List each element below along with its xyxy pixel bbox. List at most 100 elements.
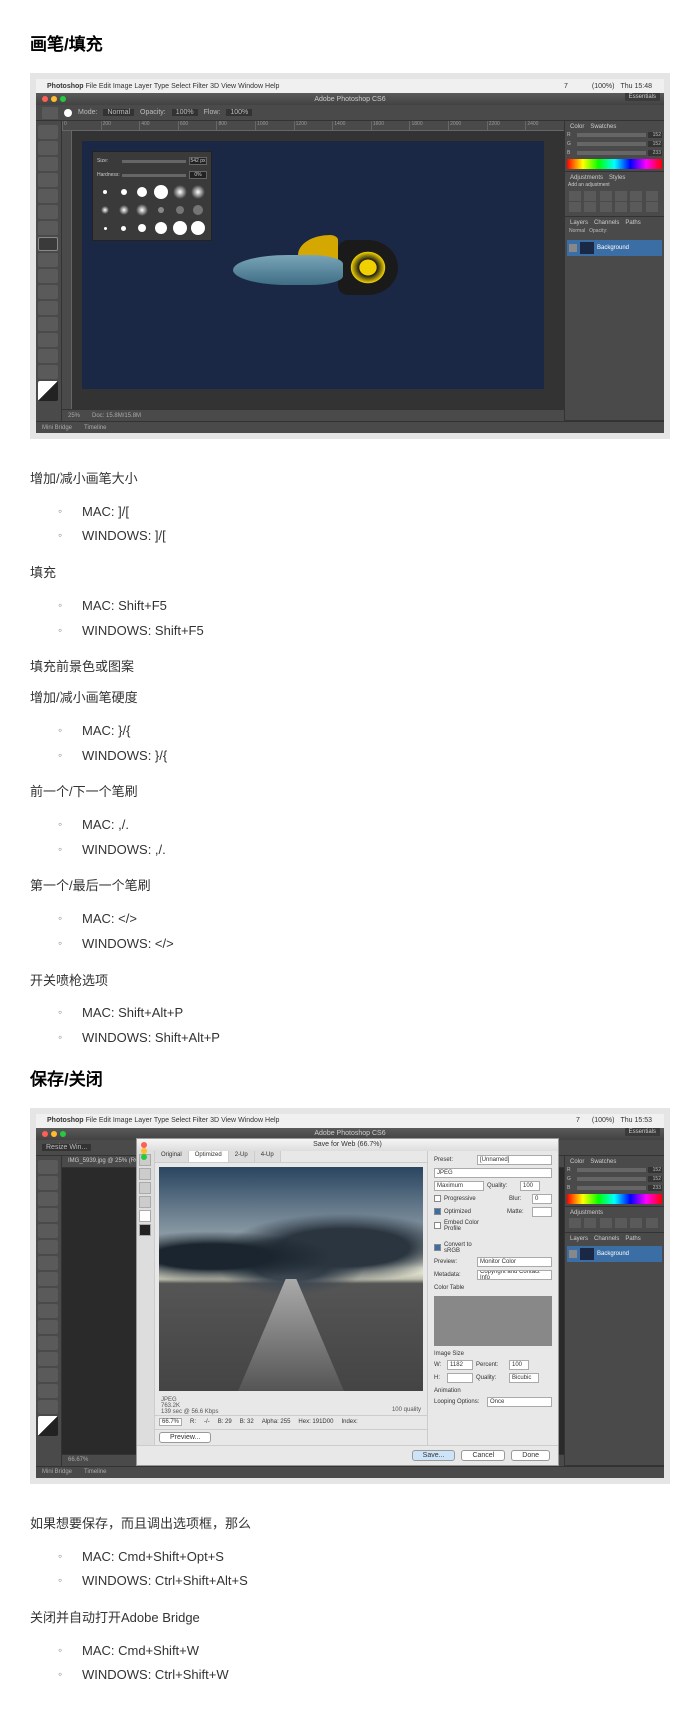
color-swatch[interactable] — [38, 381, 58, 401]
zoom-level[interactable]: 25% — [68, 413, 80, 419]
brush-preset[interactable] — [134, 184, 150, 200]
brush-preset[interactable] — [153, 184, 169, 200]
adjustment-icon[interactable] — [630, 1218, 642, 1228]
color-tab[interactable]: Color — [567, 123, 587, 131]
wand-tool[interactable] — [38, 173, 58, 187]
brush-tool[interactable] — [38, 237, 58, 251]
mode-select[interactable]: Normal — [103, 109, 134, 116]
close-icon[interactable] — [141, 1142, 147, 1148]
menu-view[interactable]: View — [221, 1117, 236, 1124]
save-button[interactable]: Save... — [412, 1450, 456, 1461]
slice-tool[interactable] — [139, 1168, 151, 1180]
brush-preset[interactable] — [190, 184, 206, 200]
brush-preset[interactable] — [153, 220, 169, 236]
menu-layer[interactable]: Layer — [134, 1117, 152, 1124]
menu-edit[interactable]: Edit — [99, 1117, 111, 1124]
color-swatch[interactable] — [38, 1416, 58, 1436]
minimize-icon[interactable] — [141, 1148, 147, 1154]
quality2-select[interactable]: Bicubic — [509, 1373, 539, 1383]
workspace-switcher[interactable]: Essentials — [625, 93, 660, 101]
mini-bridge-tab[interactable]: Mini Bridge — [42, 425, 72, 431]
menu-file[interactable]: File — [86, 1117, 97, 1124]
crop-tool[interactable] — [38, 1224, 58, 1238]
dodge-tool[interactable] — [38, 333, 58, 347]
zoom-select[interactable]: 66.7% — [159, 1418, 182, 1426]
preset-select[interactable]: [Unnamed] — [477, 1155, 552, 1165]
brush-preset[interactable] — [97, 184, 113, 200]
adjustment-icon[interactable] — [584, 191, 596, 201]
color-tab[interactable]: Color — [567, 1158, 587, 1166]
menu-file[interactable]: File — [86, 83, 97, 90]
menu-help[interactable]: Help — [265, 83, 279, 90]
adjustments-tab[interactable]: Adjustments — [567, 1209, 606, 1217]
tab-optimized[interactable]: Optimized — [189, 1151, 229, 1162]
adjustments-tab[interactable]: Adjustments — [567, 174, 606, 182]
brush-preset[interactable] — [134, 202, 150, 218]
menu-filter[interactable]: Filter — [193, 1117, 209, 1124]
brush-preset[interactable] — [190, 220, 206, 236]
workspace-switcher[interactable]: Essentials — [625, 1128, 660, 1136]
adjustment-icon[interactable] — [569, 191, 581, 201]
g-slider[interactable] — [577, 142, 646, 146]
brush-preset[interactable] — [172, 202, 188, 218]
dodge-tool[interactable] — [38, 1368, 58, 1382]
menu-view[interactable]: View — [221, 83, 236, 90]
adjustment-icon[interactable] — [646, 191, 658, 201]
h-field[interactable] — [447, 1373, 473, 1383]
adjustment-icon[interactable] — [569, 1218, 581, 1228]
g-value[interactable]: 152 — [648, 1176, 662, 1182]
format-select[interactable]: JPEG — [434, 1168, 552, 1178]
channels-tab[interactable]: Channels — [591, 219, 622, 227]
color-swatch[interactable] — [139, 1224, 151, 1236]
heal-tool[interactable] — [38, 221, 58, 235]
close-icon[interactable] — [42, 1131, 48, 1137]
maximize-icon[interactable] — [60, 96, 66, 102]
menu-3d[interactable]: 3D — [210, 83, 219, 90]
b-value[interactable]: 233 — [648, 1185, 662, 1191]
blur-tool[interactable] — [38, 1352, 58, 1366]
size-slider[interactable] — [122, 160, 186, 163]
menu-3d[interactable]: 3D — [210, 1117, 219, 1124]
percent-field[interactable]: 100 — [509, 1360, 529, 1370]
stamp-tool[interactable] — [38, 1288, 58, 1302]
zoom-level[interactable]: 66.67% — [68, 1457, 88, 1463]
layers-tab[interactable]: Layers — [567, 1235, 591, 1243]
menu-layer[interactable]: Layer — [134, 83, 152, 90]
menu-window[interactable]: Window — [238, 1117, 263, 1124]
history-brush-tool[interactable] — [38, 269, 58, 283]
menu-image[interactable]: Image — [113, 83, 132, 90]
color-ramp[interactable] — [567, 1194, 662, 1204]
menu-select[interactable]: Select — [171, 1117, 190, 1124]
menu-image[interactable]: Image — [113, 1117, 132, 1124]
r-slider[interactable] — [577, 133, 646, 137]
size-value[interactable]: 542 px — [189, 157, 207, 165]
maximize-icon[interactable] — [60, 1131, 66, 1137]
color-swatch[interactable] — [139, 1210, 151, 1222]
progressive-checkbox[interactable] — [434, 1195, 441, 1202]
lasso-tool[interactable] — [38, 1192, 58, 1206]
brush-preset[interactable] — [172, 184, 188, 200]
hardness-slider[interactable] — [122, 174, 186, 177]
hardness-value[interactable]: 0% — [189, 171, 207, 179]
stamp-tool[interactable] — [38, 253, 58, 267]
type-tool[interactable] — [38, 1400, 58, 1414]
b-slider[interactable] — [577, 1186, 646, 1190]
marquee-tool[interactable] — [38, 1176, 58, 1190]
b-slider[interactable] — [577, 151, 646, 155]
preview-select[interactable]: Monitor Color — [477, 1257, 552, 1267]
layer-background[interactable]: Background — [567, 1246, 662, 1262]
brush-preset[interactable] — [97, 220, 113, 236]
loop-select[interactable]: Once — [487, 1397, 552, 1407]
eyedropper-tool[interactable] — [139, 1196, 151, 1208]
menu-select[interactable]: Select — [171, 83, 190, 90]
adjustment-icon[interactable] — [646, 1218, 658, 1228]
eyedropper-tool[interactable] — [38, 205, 58, 219]
adjustment-icon[interactable] — [600, 202, 612, 212]
heal-tool[interactable] — [38, 1256, 58, 1270]
brush-preset[interactable] — [116, 202, 132, 218]
brush-preset[interactable] — [116, 220, 132, 236]
blend-mode[interactable]: Normal — [569, 228, 585, 234]
color-ramp[interactable] — [567, 159, 662, 169]
styles-tab[interactable]: Styles — [606, 174, 628, 182]
adjustment-icon[interactable] — [584, 202, 596, 212]
